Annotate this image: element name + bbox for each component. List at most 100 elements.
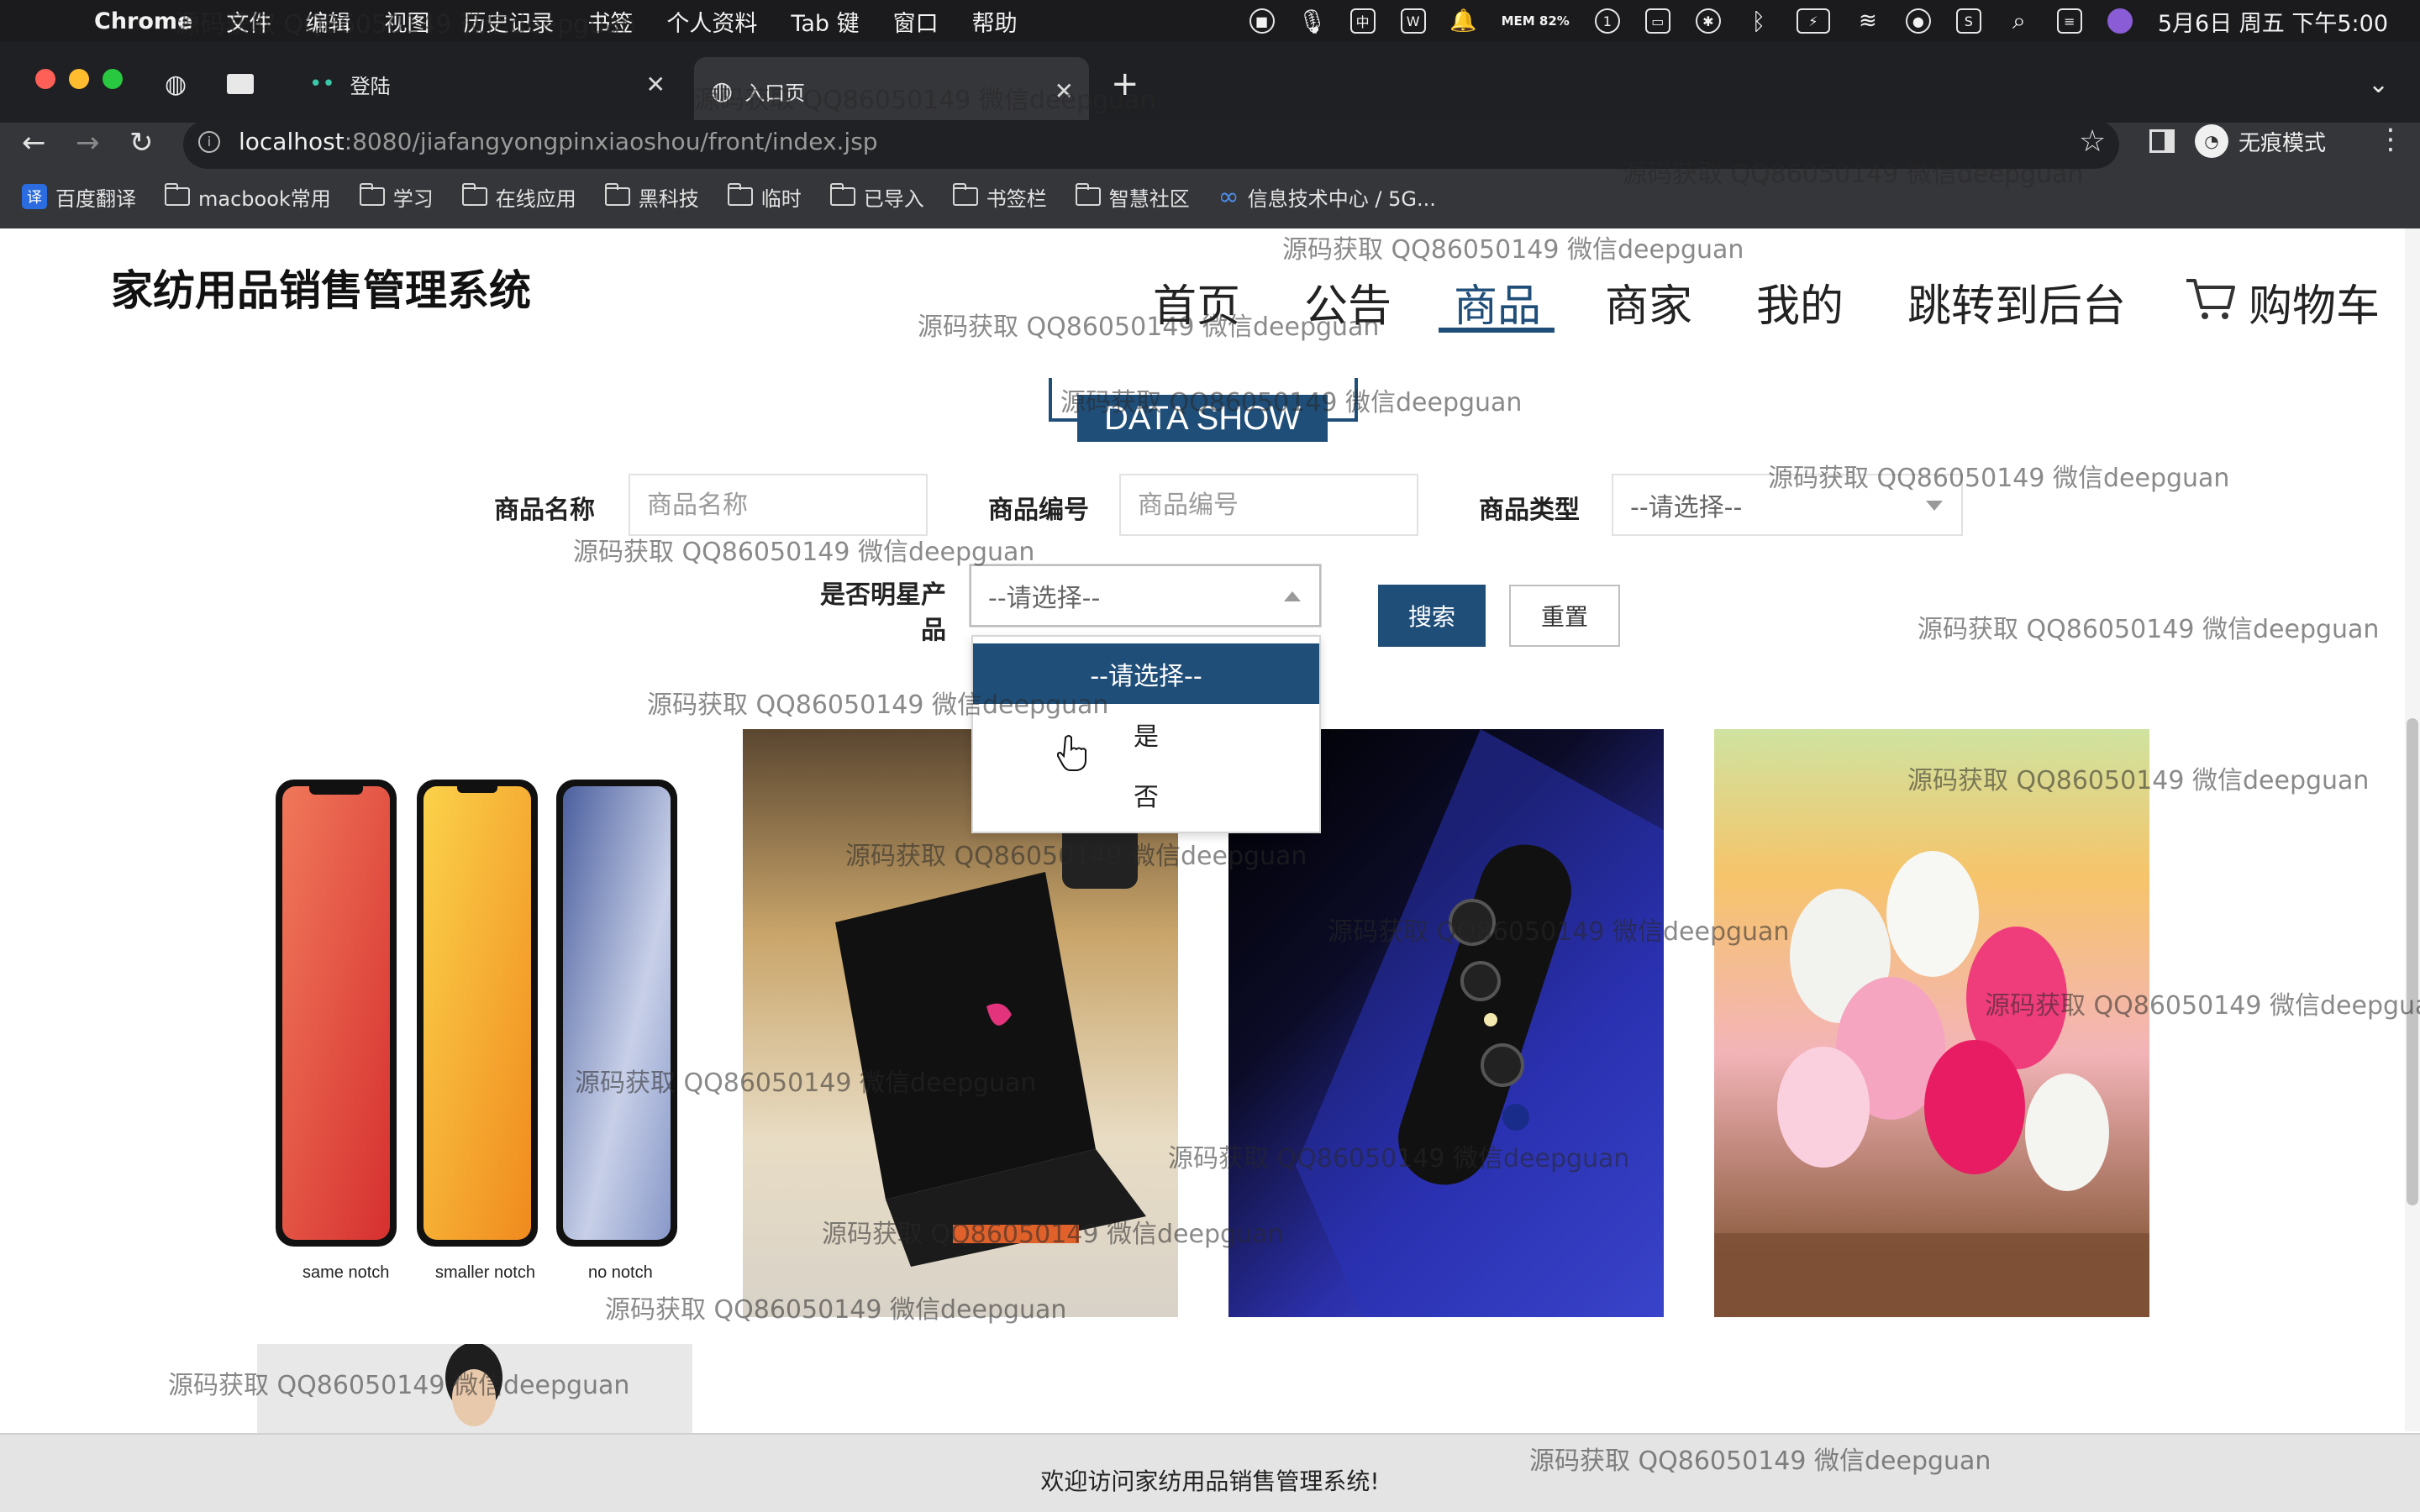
fan-control-icon[interactable]: ✱ (1695, 8, 1721, 34)
cart-icon[interactable] (2185, 276, 2237, 323)
nav-announcements[interactable]: 公告 (1304, 270, 1392, 338)
nav-cart[interactable]: 购物车 (2249, 270, 2380, 338)
product-type-select[interactable]: --请选择-- (1612, 474, 1963, 536)
user-account-icon[interactable]: ● (1905, 8, 1931, 34)
phone-caption: smaller notch (435, 1263, 535, 1282)
nav-merchants[interactable]: 商家 (1605, 270, 1692, 338)
incognito-label: 无痕模式 (2238, 130, 2327, 156)
menu-bookmarks[interactable]: 书签 (587, 5, 633, 38)
incognito-indicator[interactable]: ◔ 无痕模式 (2195, 124, 2326, 158)
menu-app-name[interactable]: Chrome (94, 8, 192, 34)
site-info-icon[interactable]: i (198, 131, 220, 153)
forward-arrow-icon[interactable]: → (76, 126, 100, 160)
side-panel-icon[interactable] (2149, 129, 2175, 153)
star-product-value: --请选择-- (988, 584, 1101, 613)
star-label-line2: 品 (921, 616, 946, 645)
menu-edit[interactable]: 编辑 (305, 5, 350, 38)
globe-icon: ◍ (711, 76, 734, 106)
menu-profile[interactable]: 个人资料 (666, 5, 757, 38)
minimize-window-button[interactable] (69, 69, 89, 89)
battery-icon[interactable]: ⚡ (1796, 8, 1830, 34)
menu-view[interactable]: 视图 (384, 5, 429, 38)
tab-login-label: 登陆 (350, 74, 391, 98)
word-app-icon[interactable]: W (1400, 8, 1426, 34)
page-icon (227, 74, 254, 94)
section-title: DATA SHOW (1077, 395, 1328, 442)
reload-icon[interactable]: ↻ (129, 126, 154, 160)
hand-pointer-cursor-icon (1057, 735, 1086, 771)
chevron-down-icon (1926, 501, 1943, 511)
reset-button[interactable]: 重置 (1509, 585, 1620, 647)
tab-search-chevron-icon[interactable]: ⌄ (2368, 59, 2389, 109)
scripting-app-icon[interactable]: S (1955, 8, 1981, 34)
bookmark-baidu-translate[interactable]: 译百度翻译 (22, 182, 136, 212)
url-text[interactable]: localhost:8080/jiafangyongpinxiaoshou/fr… (239, 128, 878, 155)
bookmark-folder[interactable]: macbook常用 (165, 182, 331, 212)
spotlight-search-icon[interactable]: ⌕ (2007, 7, 2032, 34)
bookmark-folder[interactable]: 书签栏 (952, 182, 1047, 212)
product-name-label: 商品名称 (494, 496, 595, 525)
control-center-icon[interactable]: ≡ (2056, 8, 2082, 34)
menu-window[interactable]: 窗口 (893, 5, 939, 38)
bookmark-folder[interactable]: 临时 (727, 182, 802, 212)
bookmark-label: 信息技术中心 / 5G... (1247, 186, 1436, 211)
nav-active-underline (1439, 328, 1555, 333)
wifi-icon[interactable]: ≋ (1855, 8, 1881, 34)
product-card-phones[interactable]: same notch smaller notch no notch (257, 729, 692, 1317)
back-arrow-icon[interactable]: ← (22, 126, 46, 160)
nav-admin[interactable]: 跳转到后台 (1907, 270, 2126, 338)
bookmark-folder[interactable]: 已导入 (829, 182, 924, 212)
product-card-person[interactable] (257, 1344, 692, 1433)
tab-blank[interactable] (227, 59, 294, 109)
tab-globe[interactable]: ◍ (165, 59, 215, 109)
clock[interactable]: 5月6日 周五 下午5:00 (2158, 5, 2388, 38)
tab-login[interactable]: •• 登陆 ✕ (302, 59, 681, 109)
window-manager-icon[interactable]: ▭ (1644, 8, 1670, 34)
close-tab-icon[interactable]: ✕ (1055, 77, 1074, 105)
close-window-button[interactable] (35, 69, 55, 89)
bookmark-label: 已导入 (863, 186, 924, 211)
product-type-value: --请选择-- (1630, 493, 1743, 522)
menu-file[interactable]: 文件 (226, 5, 271, 38)
folder-icon (461, 183, 487, 206)
siri-icon[interactable] (2107, 8, 2133, 34)
bookmark-folder[interactable]: 智慧社区 (1075, 182, 1190, 212)
search-button[interactable]: 搜索 (1378, 585, 1486, 647)
star-product-select[interactable]: --请选择-- (970, 564, 1321, 627)
bookmark-folder[interactable]: 学习 (359, 182, 434, 212)
nav-home[interactable]: 首页 (1153, 270, 1240, 338)
product-card-flowers[interactable] (1714, 729, 2149, 1317)
menu-help[interactable]: 帮助 (972, 5, 1018, 38)
stop-recording-icon[interactable]: ■ (1249, 8, 1275, 34)
notification-bell-icon[interactable]: 🔔 (1449, 8, 1476, 34)
dropdown-option-yes[interactable]: 是 (973, 704, 1319, 764)
bookmark-folder[interactable]: 黑科技 (604, 182, 699, 212)
product-code-input[interactable] (1119, 474, 1418, 536)
dropdown-option-placeholder[interactable]: --请选择-- (973, 643, 1319, 704)
bluetooth-icon[interactable]: ᛒ (1746, 8, 1771, 35)
close-tab-icon[interactable]: ✕ (646, 71, 666, 98)
tab-index[interactable]: ◍ 入口页 ✕ (694, 57, 1089, 124)
product-type-label: 商品类型 (1479, 496, 1580, 525)
product-image-person (445, 1344, 502, 1426)
star-label-line1: 是否明星产 (820, 580, 946, 610)
dropdown-option-no[interactable]: 否 (973, 764, 1319, 825)
menu-history[interactable]: 历史记录 (463, 5, 554, 38)
input-method-icon[interactable]: 中 (1349, 8, 1376, 34)
bookmark-folder[interactable]: 在线应用 (461, 182, 576, 212)
zoom-window-button[interactable] (103, 69, 123, 89)
bookmark-info-center[interactable]: ∞ 信息技术中心 / 5G... (1218, 182, 1436, 212)
new-tab-icon[interactable]: + (1111, 59, 1139, 109)
nav-mine[interactable]: 我的 (1756, 270, 1844, 338)
bookmark-star-icon[interactable]: ☆ (2079, 124, 2106, 159)
bookmark-label: macbook常用 (198, 186, 331, 211)
microphone-icon[interactable]: 🎙 (1297, 8, 1328, 35)
translate-icon: 译 (22, 184, 47, 209)
product-name-input[interactable] (629, 474, 928, 536)
folder-icon (359, 183, 385, 206)
page-scrollbar-thumb[interactable] (2407, 718, 2418, 1205)
one-password-icon[interactable]: 1 (1594, 8, 1620, 34)
browser-menu-icon[interactable]: ⋮ (2376, 123, 2405, 156)
memory-monitor[interactable]: MEM 82% (1502, 14, 1570, 28)
menu-tab[interactable]: Tab 键 (791, 5, 859, 38)
